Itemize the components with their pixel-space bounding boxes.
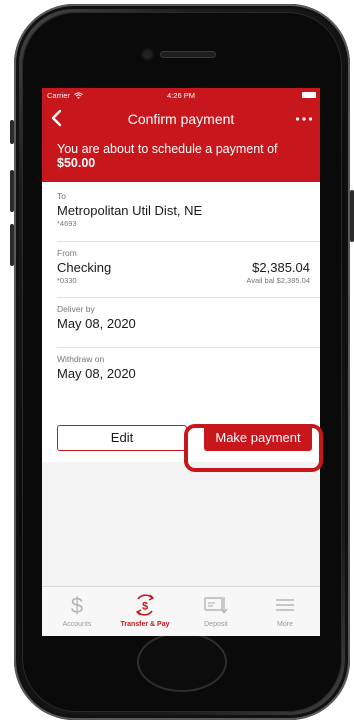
withdraw-on-section: Withdraw on May 08, 2020 — [57, 354, 310, 381]
confirmation-banner: You are about to schedule a payment of $… — [42, 134, 320, 182]
earpiece-speaker — [160, 51, 216, 58]
svg-text:$: $ — [71, 593, 83, 617]
from-section: From Checking *0330 $2,385.04 Avail bal … — [57, 248, 310, 285]
tab-label: Accounts — [62, 621, 92, 628]
payee-account: *4693 — [57, 219, 77, 228]
power-button — [350, 190, 354, 242]
divider — [57, 297, 320, 298]
tab-label: Transfer & Pay — [120, 621, 170, 628]
status-bar: Carrier 4:26 PM — [42, 88, 320, 102]
withdraw-on-label: Withdraw on — [57, 354, 105, 364]
tab-label: Deposit — [204, 621, 228, 628]
tab-bar: $ Accounts $ Transfer & Pay Deposit More — [42, 586, 320, 636]
battery-icon — [302, 92, 316, 98]
dollar-icon: $ — [71, 593, 83, 617]
page-title: Confirm payment — [127, 111, 235, 127]
divider — [57, 241, 320, 242]
make-payment-highlight — [184, 424, 323, 472]
tab-transfer-pay[interactable]: $ Transfer & Pay — [110, 593, 180, 628]
withdraw-on-date: May 08, 2020 — [57, 366, 136, 381]
divider — [57, 347, 320, 348]
deposit-check-icon — [204, 597, 228, 614]
payment-amount: $50.00 — [57, 156, 96, 170]
tab-deposit[interactable]: Deposit — [181, 593, 251, 628]
nav-bar: Confirm payment — [42, 102, 320, 134]
account-balance: $2,385.04 — [252, 260, 310, 275]
payee-section: To Metropolitan Util Dist, NE *4693 — [57, 191, 310, 228]
volume-up-button — [10, 170, 14, 212]
edit-button[interactable]: Edit — [57, 425, 187, 451]
deliver-by-section: Deliver by May 08, 2020 — [57, 304, 310, 331]
ellipsis-icon[interactable] — [295, 117, 313, 121]
status-time: 4:26 PM — [167, 91, 195, 100]
deliver-by-label: Deliver by — [57, 304, 95, 314]
volume-down-button — [10, 224, 14, 266]
svg-text:$: $ — [142, 601, 148, 613]
available-balance: Avail bal $2,385.04 — [246, 276, 310, 285]
from-label: From — [57, 248, 77, 258]
tab-accounts[interactable]: $ Accounts — [42, 593, 112, 628]
mute-switch — [10, 120, 14, 144]
menu-icon — [276, 599, 294, 611]
tab-more[interactable]: More — [250, 593, 320, 628]
home-button[interactable] — [137, 632, 227, 692]
banner-message: You are about to schedule a payment of — [57, 142, 278, 156]
transfer-dollar-icon: $ — [135, 594, 155, 616]
payee-name: Metropolitan Util Dist, NE — [57, 203, 203, 218]
to-label: To — [57, 191, 66, 201]
tab-label: More — [277, 621, 293, 628]
deliver-by-date: May 08, 2020 — [57, 316, 136, 331]
payment-details: To Metropolitan Util Dist, NE *4693 From… — [42, 182, 320, 412]
app-screen: Carrier 4:26 PM Confirm payment You are … — [42, 88, 320, 636]
front-camera — [143, 50, 152, 59]
